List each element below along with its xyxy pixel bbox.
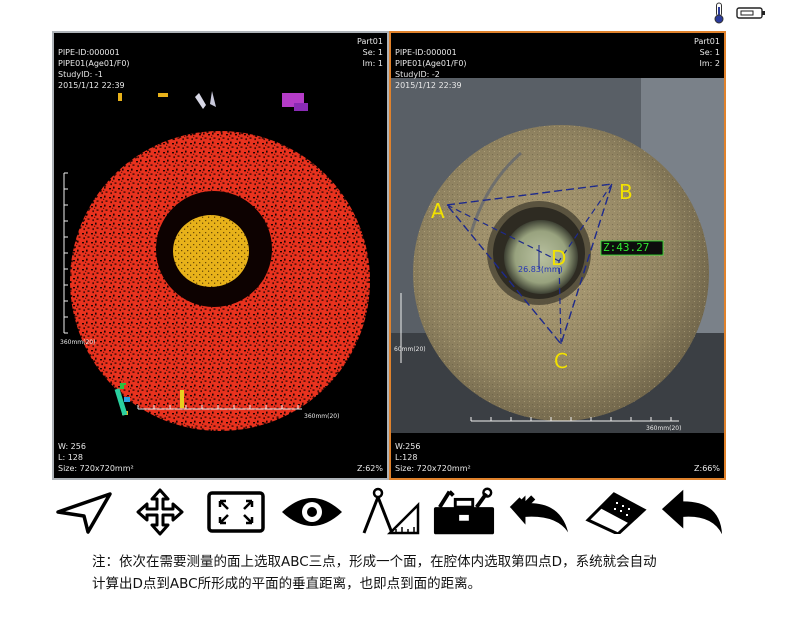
- undo-icon: [661, 489, 723, 535]
- patient-id: PIPE-ID:000001: [58, 48, 120, 57]
- window-level: L: 128: [58, 453, 83, 462]
- patient-info: PIPE-ID:000001 PIPE01(Age01/F0) StudyID:…: [58, 47, 130, 91]
- window-width: W:256: [395, 442, 421, 451]
- view-tool-button[interactable]: [280, 486, 344, 538]
- vertical-scale-label: 360mm(20): [60, 339, 96, 346]
- study-datetime: 2015/1/12 22:39: [58, 81, 125, 90]
- measure-compass-icon: [362, 487, 420, 535]
- window-info: W: 256 L: 128 Size: 720x720mm²: [58, 441, 134, 474]
- pan-arrows-icon: [136, 488, 184, 536]
- image-number: Im: 2: [699, 59, 720, 68]
- battery-icon: [736, 7, 765, 19]
- pointer-tool-button[interactable]: [52, 486, 116, 538]
- note-line-2: 计算出D点到ABC所形成的平面的垂直距离，也即点到面的距离。: [92, 576, 482, 592]
- tool-bar: [52, 484, 724, 540]
- window-width: W: 256: [58, 442, 86, 451]
- horizontal-scale-label: 360mm(20): [646, 425, 682, 432]
- note-line-1: 注：依次在需要测量的面上选取ABC三点，形成一个面，在腔体内选取第四点D，系统就…: [92, 554, 657, 570]
- series-info: Se: 1 Im: 1: [363, 47, 383, 69]
- status-icons: [712, 2, 766, 24]
- image-number: Im: 1: [362, 59, 383, 68]
- toolbox-icon: [433, 487, 495, 535]
- measure-point-b[interactable]: B: [619, 180, 633, 204]
- zoom-level: Z:62%: [357, 464, 383, 473]
- study-datetime: 2015/1/12 22:39: [395, 81, 462, 90]
- fit-screen-icon: [207, 491, 265, 533]
- series-info: Se: 1 Im: 2: [700, 47, 720, 69]
- pointer-icon: [56, 492, 112, 534]
- horizontal-scale-label: 360mm(20): [304, 413, 340, 420]
- study-id: StudyID: -1: [58, 70, 103, 79]
- undo-all-icon: [509, 495, 569, 533]
- patient-id: PIPE-ID:000001: [395, 48, 457, 57]
- measure-point-c[interactable]: C: [554, 349, 568, 373]
- right-viewport[interactable]: Part01 PIPE-ID:000001 PIPE01(Age01/F0) S…: [389, 31, 726, 480]
- measure-point-a[interactable]: A: [431, 199, 445, 223]
- distance-label: 26.83(mm): [518, 265, 563, 274]
- image-size: Size: 720x720mm²: [58, 464, 134, 473]
- zoom-level: Z:66%: [694, 464, 720, 473]
- window-level: L:128: [395, 453, 418, 462]
- left-viewport[interactable]: Part01 PIPE-ID:000001 PIPE01(Age01/F0) S…: [52, 31, 389, 480]
- series-number: Se: 1: [699, 48, 720, 57]
- undo-button[interactable]: [660, 486, 724, 538]
- pan-tool-button[interactable]: [128, 486, 192, 538]
- instruction-note: 注：依次在需要测量的面上选取ABC三点，形成一个面，在腔体内选取第四点D，系统就…: [92, 551, 782, 595]
- series-number: Se: 1: [362, 48, 383, 57]
- thermometer-icon: [714, 2, 724, 24]
- patient-name: PIPE01(Age01/F0): [395, 59, 467, 68]
- undo-all-button[interactable]: [508, 486, 572, 538]
- patient-info: PIPE-ID:000001 PIPE01(Age01/F0) StudyID:…: [395, 47, 467, 91]
- eraser-button[interactable]: [584, 486, 648, 538]
- image-size: Size: 720x720mm²: [395, 464, 471, 473]
- part-label: Part01: [694, 37, 720, 46]
- study-id: StudyID: -2: [395, 70, 440, 79]
- window-info: W:256 L:128 Size: 720x720mm²: [395, 441, 471, 474]
- patient-name: PIPE01(Age01/F0): [58, 59, 130, 68]
- eraser-icon: [585, 492, 647, 534]
- eye-icon: [282, 498, 342, 526]
- vertical-scale-label: 60mm(20): [394, 346, 426, 353]
- fit-screen-tool-button[interactable]: [204, 486, 268, 538]
- z-value-box: Z:43.27: [603, 241, 650, 254]
- part-label: Part01: [357, 37, 383, 46]
- toolbox-button[interactable]: [432, 486, 496, 538]
- measure-tool-button[interactable]: [356, 486, 420, 538]
